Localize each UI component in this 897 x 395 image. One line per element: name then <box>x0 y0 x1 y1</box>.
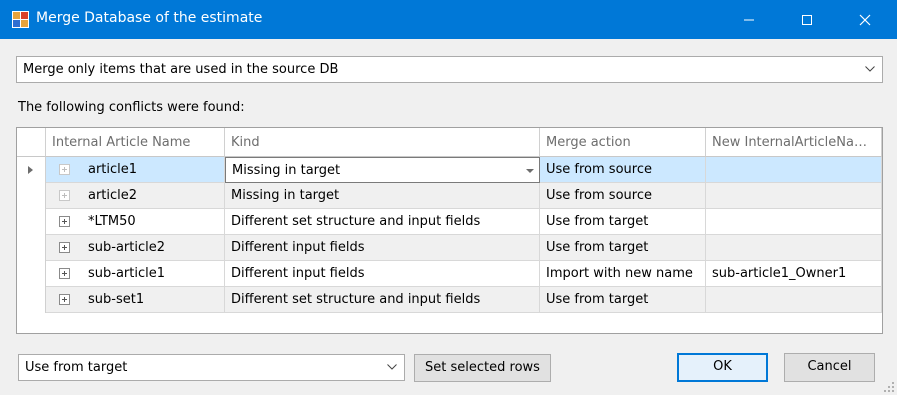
ok-button[interactable]: OK <box>677 353 768 382</box>
column-header-merge-action[interactable]: Merge action <box>540 128 706 157</box>
close-button[interactable] <box>842 0 888 39</box>
cell-kind[interactable]: Missing in target <box>225 183 540 209</box>
conflicts-grid[interactable]: Internal Article Name Kind Merge action … <box>16 127 883 334</box>
maximize-button[interactable] <box>784 0 830 39</box>
cell-kind[interactable]: Different set structure and input fields <box>225 287 540 313</box>
row-header[interactable] <box>17 209 46 235</box>
cell-new-name[interactable] <box>706 209 882 235</box>
expand-icon[interactable] <box>59 216 70 227</box>
expand-icon <box>59 190 70 201</box>
row-header[interactable] <box>17 157 46 183</box>
column-header-internal-article-name[interactable]: Internal Article Name <box>46 128 225 157</box>
cell-merge-action[interactable]: Use from source <box>540 183 706 209</box>
resize-grip-icon[interactable] <box>883 381 895 393</box>
cell-merge-action[interactable]: Use from target <box>540 235 706 261</box>
cell-name[interactable]: sub-article1 <box>46 261 225 287</box>
cell-kind[interactable]: Different input fields <box>225 235 540 261</box>
cell-name[interactable]: *LTM50 <box>46 209 225 235</box>
close-icon <box>859 14 871 25</box>
title-bar: Merge Database of the estimate <box>0 0 897 39</box>
cell-name[interactable]: article2 <box>46 183 225 209</box>
row-header[interactable] <box>17 261 46 287</box>
chevron-down-icon <box>865 66 875 72</box>
merge-mode-select[interactable]: Merge only items that are used in the so… <box>16 56 883 83</box>
cell-kind[interactable]: Different set structure and input fields <box>225 209 540 235</box>
cell-new-name[interactable] <box>706 287 882 313</box>
expand-icon <box>59 164 70 175</box>
minimize-icon <box>744 19 754 20</box>
cell-kind[interactable]: Different input fields <box>225 261 540 287</box>
minimize-button[interactable] <box>726 0 772 39</box>
cell-name[interactable]: sub-article2 <box>46 235 225 261</box>
row-header[interactable] <box>17 235 46 261</box>
window-title: Merge Database of the estimate <box>36 10 263 26</box>
cell-merge-action[interactable]: Use from source <box>540 157 706 183</box>
merge-action-select[interactable]: Use from target <box>18 354 405 381</box>
row-header[interactable] <box>17 287 46 313</box>
merge-mode-value: Merge only items that are used in the so… <box>23 62 339 77</box>
merge-action-value: Use from target <box>25 360 128 375</box>
expand-icon[interactable] <box>59 268 70 279</box>
row-header[interactable] <box>17 183 46 209</box>
cell-new-name[interactable]: sub-article1_Owner1 <box>706 261 882 287</box>
table-row[interactable]: *LTM50 Different set structure and input… <box>17 209 882 235</box>
cell-name[interactable]: sub-set1 <box>46 287 225 313</box>
cell-new-name[interactable] <box>706 235 882 261</box>
expand-icon[interactable] <box>59 294 70 305</box>
cancel-button[interactable]: Cancel <box>784 353 875 382</box>
table-row[interactable]: sub-article1 Different input fields Impo… <box>17 261 882 287</box>
cell-kind-editor[interactable]: Missing in target <box>225 157 540 183</box>
conflicts-label: The following conflicts were found: <box>18 100 245 115</box>
app-grid-icon <box>12 11 29 28</box>
chevron-down-icon <box>387 364 397 370</box>
expand-icon[interactable] <box>59 242 70 253</box>
set-selected-rows-button[interactable]: Set selected rows <box>414 354 551 382</box>
chevron-down-icon[interactable] <box>526 169 534 173</box>
cell-new-name[interactable] <box>706 157 882 183</box>
table-row[interactable]: sub-article2 Different input fields Use … <box>17 235 882 261</box>
grid-corner <box>17 128 46 157</box>
cell-merge-action[interactable]: Use from target <box>540 209 706 235</box>
column-header-kind[interactable]: Kind <box>225 128 540 157</box>
table-row[interactable]: sub-set1 Different set structure and inp… <box>17 287 882 313</box>
cell-merge-action[interactable]: Use from target <box>540 287 706 313</box>
cell-new-name[interactable] <box>706 183 882 209</box>
current-row-arrow-icon <box>28 166 33 174</box>
maximize-icon <box>802 14 812 25</box>
table-row[interactable]: article1 Missing in target Use from sour… <box>17 157 882 183</box>
cell-merge-action[interactable]: Import with new name <box>540 261 706 287</box>
table-row[interactable]: article2 Missing in target Use from sour… <box>17 183 882 209</box>
cell-name[interactable]: article1 <box>46 157 225 183</box>
column-header-new-internal-article-name[interactable]: New InternalArticleNa… <box>706 128 882 157</box>
